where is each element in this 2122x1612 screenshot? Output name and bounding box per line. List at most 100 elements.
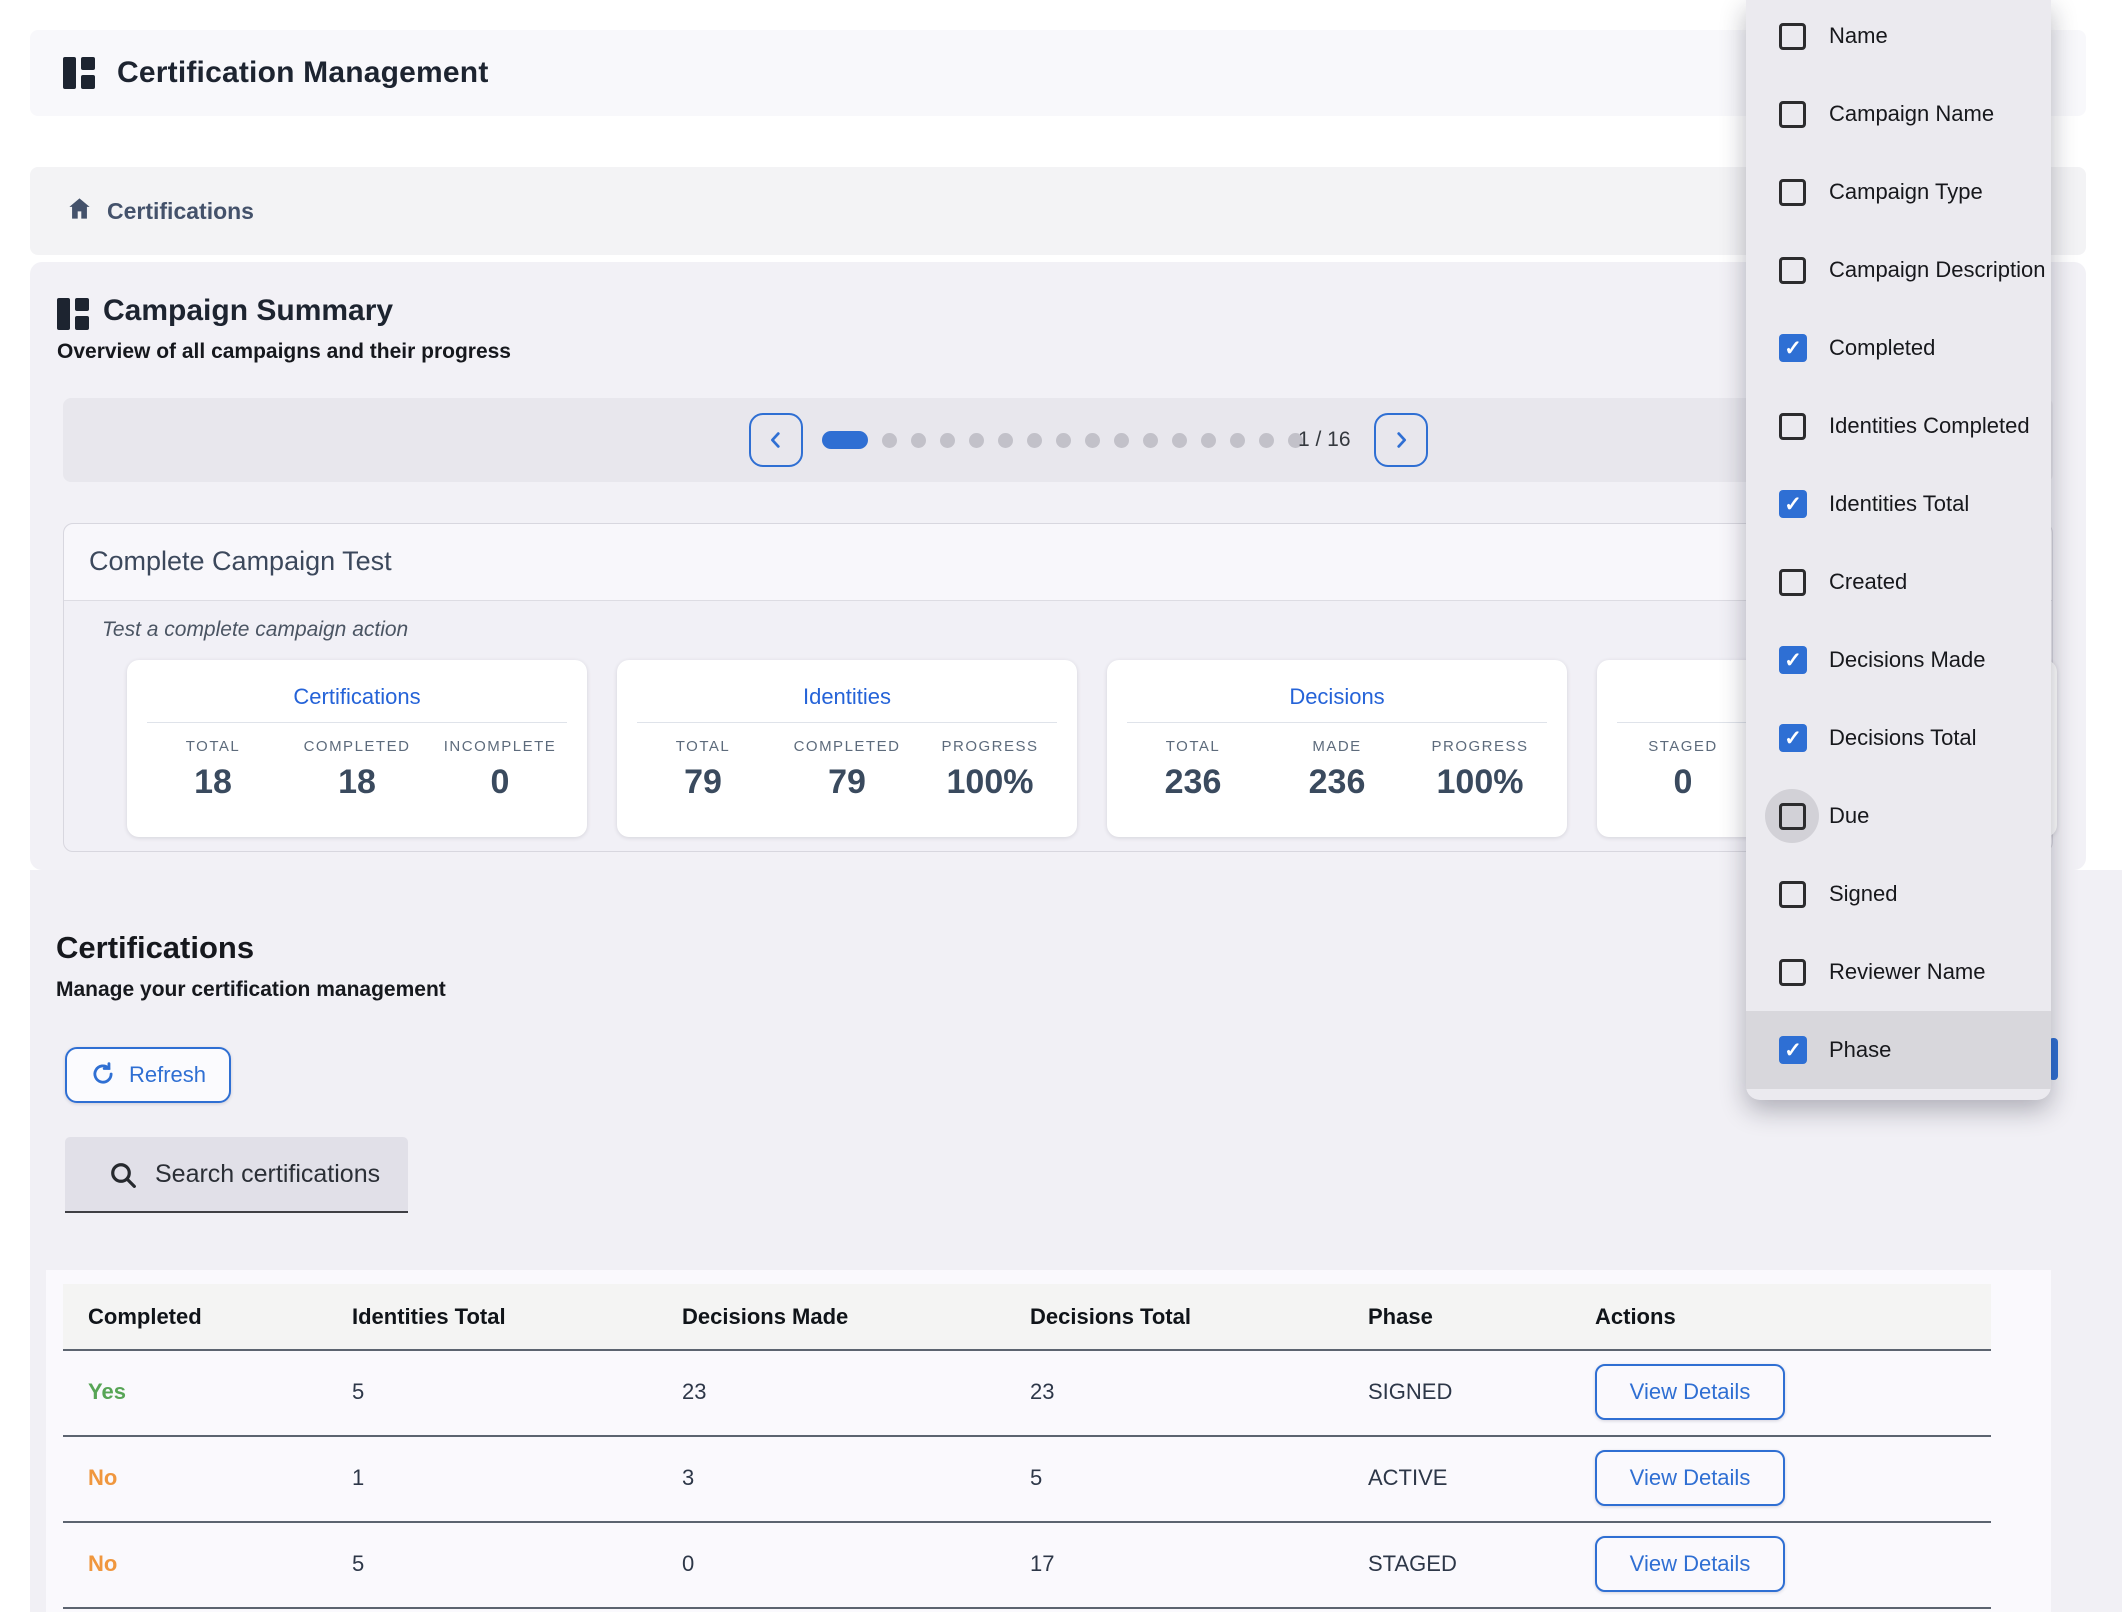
menu-item-campaign-type[interactable]: Campaign Type [1746, 153, 2051, 231]
table-divider [63, 1607, 1991, 1609]
menu-item-label: Created [1829, 569, 1907, 595]
stat-value: 100% [1390, 763, 1570, 802]
divider [1127, 722, 1547, 723]
menu-item-completed[interactable]: ✓ Completed [1746, 309, 2051, 387]
carousel-dot[interactable] [1114, 433, 1129, 448]
checkbox-unchecked-icon[interactable] [1779, 959, 1806, 986]
cell-identities-total: 5 [352, 1521, 364, 1607]
carousel-dot[interactable] [1172, 433, 1187, 448]
carousel-dots [822, 398, 1303, 482]
column-header-actions: Actions [1595, 1284, 1676, 1349]
divider [637, 722, 1057, 723]
carousel-dot[interactable] [1259, 433, 1274, 448]
campaign-summary-subtitle: Overview of all campaigns and their prog… [57, 340, 511, 364]
checkbox-unchecked-icon[interactable] [1779, 101, 1806, 128]
menu-item-campaign-description[interactable]: Campaign Description [1746, 231, 2051, 309]
cell-completed: Yes [88, 1349, 126, 1435]
column-chooser-menu: Name Campaign Name Campaign Type Campaig… [1746, 0, 2051, 1100]
carousel-dot[interactable] [969, 433, 984, 448]
carousel-dot[interactable] [1056, 433, 1071, 448]
cell-identities-total: 5 [352, 1349, 364, 1435]
column-header-phase: Phase [1368, 1284, 1433, 1349]
carousel-dot[interactable] [1230, 433, 1245, 448]
menu-item-decisions-made[interactable]: ✓ Decisions Made [1746, 621, 2051, 699]
cell-identities-total: 1 [352, 1435, 364, 1521]
carousel-dot[interactable] [1201, 433, 1216, 448]
checkbox-checked-icon[interactable]: ✓ [1779, 1036, 1807, 1064]
search-input[interactable] [155, 1137, 395, 1211]
checkbox-checked-icon[interactable]: ✓ [1779, 334, 1807, 362]
column-header-decisions-made: Decisions Made [682, 1284, 848, 1349]
menu-item-label: Campaign Description [1829, 257, 2045, 283]
cell-decisions-made: 0 [682, 1521, 694, 1607]
view-details-button[interactable]: View Details [1595, 1536, 1785, 1592]
stat-label: PROGRESS [900, 738, 1080, 755]
checkbox-checked-icon[interactable]: ✓ [1779, 646, 1807, 674]
menu-item-label: Signed [1829, 881, 1898, 907]
search-icon [107, 1159, 139, 1196]
cell-phase: ACTIVE [1368, 1435, 1447, 1521]
menu-item-label: Identities Total [1829, 491, 1969, 517]
column-header-completed: Completed [88, 1284, 202, 1349]
carousel-dot[interactable] [911, 433, 926, 448]
checkbox-unchecked-icon[interactable] [1779, 803, 1806, 830]
view-details-button[interactable]: View Details [1595, 1364, 1785, 1420]
campaign-name: Complete Campaign Test [89, 546, 392, 577]
carousel-dot[interactable] [1027, 433, 1042, 448]
checkbox-unchecked-icon[interactable] [1779, 179, 1806, 206]
menu-item-due[interactable]: Due [1746, 777, 2051, 855]
stat-label: PROGRESS [1390, 738, 1570, 755]
checkbox-unchecked-icon[interactable] [1779, 257, 1806, 284]
menu-item-name[interactable]: Name [1746, 0, 2051, 75]
cell-decisions-made: 3 [682, 1435, 694, 1521]
menu-item-campaign-name[interactable]: Campaign Name [1746, 75, 2051, 153]
carousel-dot[interactable] [998, 433, 1013, 448]
search-certifications-field[interactable] [65, 1137, 408, 1213]
stat-card-decisions: Decisions TOTAL 236 MADE 236 PROGRESS 10… [1107, 660, 1567, 837]
menu-item-identities-total[interactable]: ✓ Identities Total [1746, 465, 2051, 543]
refresh-button[interactable]: Refresh [65, 1047, 231, 1103]
refresh-icon [90, 1061, 116, 1090]
carousel-dot[interactable] [1143, 433, 1158, 448]
stat-card-title: Certifications [127, 684, 587, 710]
menu-item-decisions-total[interactable]: ✓ Decisions Total [1746, 699, 2051, 777]
campaign-description: Test a complete campaign action [102, 618, 408, 642]
menu-item-signed[interactable]: Signed [1746, 855, 2051, 933]
certifications-subheading: Manage your certification management [56, 978, 446, 1002]
view-details-button[interactable]: View Details [1595, 1450, 1785, 1506]
stat-value: 100% [900, 763, 1080, 802]
carousel-dot[interactable] [940, 433, 955, 448]
menu-item-label: Identities Completed [1829, 413, 2030, 439]
checkbox-unchecked-icon[interactable] [1779, 881, 1806, 908]
carousel-dot[interactable] [882, 433, 897, 448]
carousel-prev-button[interactable] [749, 413, 803, 467]
checkbox-unchecked-icon[interactable] [1779, 569, 1806, 596]
refresh-button-label: Refresh [129, 1062, 206, 1088]
breadcrumb-item-certifications[interactable]: Certifications [107, 198, 254, 225]
cell-completed: No [88, 1521, 117, 1607]
menu-item-label: Campaign Name [1829, 101, 1994, 127]
menu-item-label: Due [1829, 803, 1869, 829]
checkbox-checked-icon[interactable]: ✓ [1779, 490, 1807, 518]
dashboard-icon [57, 298, 89, 330]
carousel-dot[interactable] [1085, 433, 1100, 448]
carousel-dot-active[interactable] [822, 431, 868, 449]
checkbox-unchecked-icon[interactable] [1779, 413, 1806, 440]
certification-management-screen: Certifications Manage your certification… [0, 0, 2122, 1612]
menu-item-label: Decisions Total [1829, 725, 1977, 751]
divider [147, 722, 567, 723]
menu-item-label: Reviewer Name [1829, 959, 1986, 985]
menu-item-identities-completed[interactable]: Identities Completed [1746, 387, 2051, 465]
menu-item-reviewer-name[interactable]: Reviewer Name [1746, 933, 2051, 1011]
certifications-heading: Certifications [56, 930, 254, 966]
cell-phase: SIGNED [1368, 1349, 1452, 1435]
checkbox-unchecked-icon[interactable] [1779, 23, 1806, 50]
cell-decisions-total: 23 [1030, 1349, 1054, 1435]
carousel-next-button[interactable] [1374, 413, 1428, 467]
cell-phase: STAGED [1368, 1521, 1457, 1607]
home-icon[interactable] [66, 195, 93, 227]
column-header-decisions-total: Decisions Total [1030, 1284, 1191, 1349]
menu-item-phase[interactable]: ✓ Phase [1746, 1011, 2051, 1089]
checkbox-checked-icon[interactable]: ✓ [1779, 724, 1807, 752]
menu-item-created[interactable]: Created [1746, 543, 2051, 621]
